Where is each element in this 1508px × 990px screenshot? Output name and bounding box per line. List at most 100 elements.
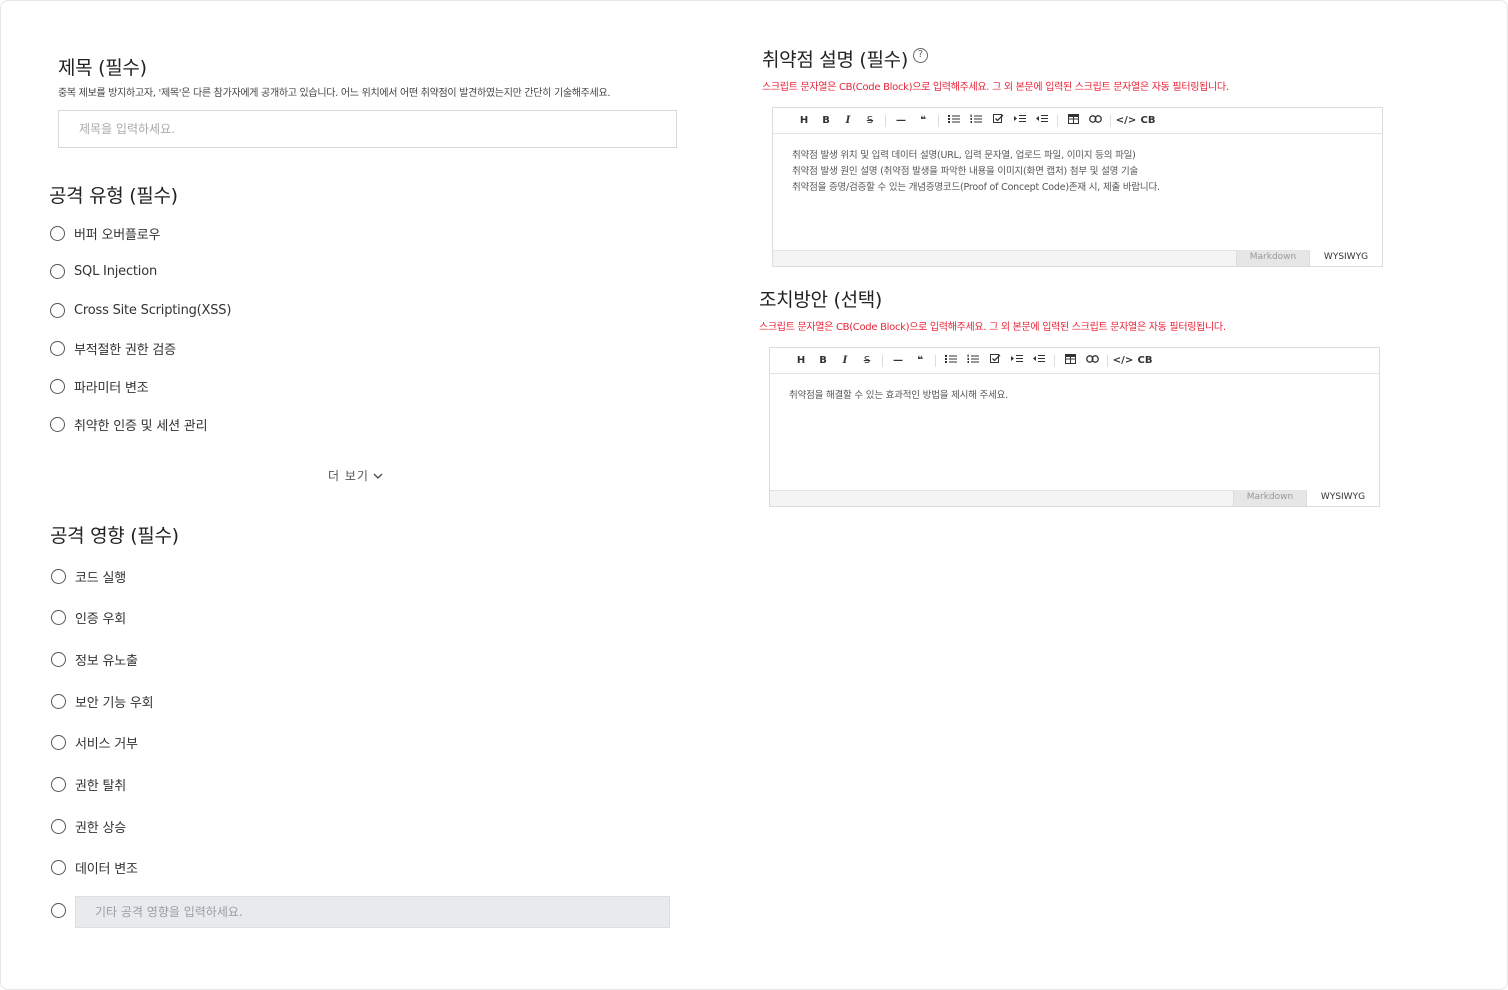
vuln-desc-warning: 스크립트 문자열은 CB(Code Block)으로 입력해주세요. 그 외 본… [762,82,1229,93]
attack-type-option[interactable]: 파라미터 변조 [50,376,149,396]
link-icon[interactable] [1084,115,1106,126]
bold-button[interactable]: B [815,115,837,126]
hr-button[interactable]: — [887,355,909,366]
question-circle-icon[interactable]: ? [913,48,928,63]
codeblock-button[interactable]: CB [1134,355,1156,366]
remediation-warning: 스크립트 문자열은 CB(Code Block)으로 입력해주세요. 그 외 본… [759,322,1226,333]
radio-button[interactable] [51,776,66,792]
strike-button[interactable]: S [856,355,878,366]
task-list-icon[interactable] [987,113,1009,128]
bold-button[interactable]: B [812,355,834,366]
placeholder-line: 취약점을 해결할 수 있는 효과적인 방법을 제시해 주세요. [789,390,1008,401]
markdown-tab[interactable]: Markdown [1236,250,1309,266]
table-icon[interactable] [1062,114,1084,127]
radio-button[interactable] [50,416,65,432]
editor-content[interactable]: 취약점을 해결할 수 있는 효과적인 방법을 제시해 주세요. [770,374,1379,418]
quote-button[interactable]: ❝ [912,115,934,126]
radio-button[interactable] [51,734,66,750]
link-icon[interactable] [1081,355,1103,366]
option-label: 인증 우회 [75,611,126,627]
attack-type-option[interactable]: 부적절한 권한 검증 [50,338,176,358]
editor-mode-bar: Markdown WYSIWYG [773,250,1382,266]
option-label: 취약한 인증 및 세션 관리 [74,418,208,434]
radio-button[interactable] [50,378,65,394]
toolbar-divider [935,354,936,367]
indent-icon[interactable] [1009,114,1031,127]
radio-button[interactable] [51,859,66,875]
italic-button[interactable]: I [837,115,859,126]
radio-button[interactable] [51,651,66,667]
editor-mode-bar: Markdown WYSIWYG [770,490,1379,506]
strike-button[interactable]: S [859,115,881,126]
radio-button[interactable] [51,902,66,918]
task-list-icon[interactable] [984,353,1006,368]
attack-impact-option[interactable]: 권한 상승 [51,816,126,836]
markdown-tab[interactable]: Markdown [1233,490,1306,506]
italic-button[interactable]: I [834,355,856,366]
radio-button[interactable] [51,818,66,834]
codeblock-button[interactable]: CB [1137,115,1159,126]
placeholder-line: 취약점 발생 위치 및 입력 데이터 설명(URL, 입력 문자열, 업로드 파… [792,150,1136,161]
attack-type-heading: 공격 유형 (필수) [49,185,178,207]
attack-impact-option[interactable]: 정보 유노출 [51,649,138,669]
radio-button[interactable] [50,340,65,356]
attack-impact-option[interactable]: 보안 기능 우회 [51,691,154,711]
ordered-list-icon[interactable] [965,114,987,127]
option-label: SQL Injection [74,263,157,279]
toolbar-divider [1107,354,1108,367]
toolbar-divider [885,114,886,127]
table-icon[interactable] [1059,354,1081,367]
attack-type-option[interactable]: 취약한 인증 및 세션 관리 [50,414,208,434]
editor-content[interactable]: 취약점 발생 위치 및 입력 데이터 설명(URL, 입력 문자열, 업로드 파… [773,134,1382,210]
bullet-list-icon[interactable] [940,354,962,367]
attack-impact-option[interactable]: 권한 탈취 [51,774,126,794]
vuln-desc-heading: 취약점 설명 (필수) [762,49,908,71]
hr-button[interactable]: — [890,115,912,126]
quote-button[interactable]: ❝ [909,355,931,366]
option-label: 서비스 거부 [75,736,138,752]
show-more-button[interactable]: 더 보기 [328,467,383,484]
option-label: 보안 기능 우회 [75,695,154,711]
editor-toolbar: H B I S — ❝ </> CB [773,108,1382,134]
toolbar-divider [1057,114,1058,127]
ordered-list-icon[interactable] [962,354,984,367]
attack-impact-option[interactable]: 데이터 변조 [51,857,138,877]
indent-icon[interactable] [1006,354,1028,367]
attack-type-option[interactable]: SQL Injection [50,261,157,281]
radio-button[interactable] [51,568,66,584]
attack-type-option[interactable]: 버퍼 오버플로우 [50,223,160,243]
vuln-desc-editor[interactable]: H B I S — ❝ </> CB 취약점 발생 위치 및 입력 데이터 설명… [772,107,1383,267]
heading-button[interactable]: H [793,115,815,126]
option-label: 버퍼 오버플로우 [74,227,161,243]
outdent-icon[interactable] [1028,354,1050,367]
remediation-editor[interactable]: H B I S — ❝ </> CB 취약점을 해결할 수 있는 효과적인 방법… [769,347,1380,507]
option-label: Cross Site Scripting(XSS) [74,302,232,318]
code-button[interactable]: </> [1112,355,1134,366]
radio-button[interactable] [51,693,66,709]
bullet-list-icon[interactable] [943,114,965,127]
attack-impact-heading: 공격 영향 (필수) [50,525,179,547]
radio-button[interactable] [50,225,65,241]
attack-impact-option[interactable]: 인증 우회 [51,607,126,627]
wysiwyg-tab[interactable]: WYSIWYG [1309,250,1382,266]
option-label: 정보 유노출 [75,653,138,669]
code-button[interactable]: </> [1115,115,1137,126]
option-label: 데이터 변조 [75,861,138,877]
other-impact-input[interactable] [75,896,670,928]
title-input[interactable] [58,110,677,148]
option-label: 권한 상승 [75,820,126,836]
outdent-icon[interactable] [1031,114,1053,127]
wysiwyg-tab[interactable]: WYSIWYG [1306,490,1379,506]
editor-toolbar: H B I S — ❝ </> CB [770,348,1379,374]
attack-type-option[interactable]: Cross Site Scripting(XSS) [50,300,231,320]
radio-button[interactable] [51,609,66,625]
radio-button[interactable] [50,263,65,279]
heading-button[interactable]: H [790,355,812,366]
attack-impact-other-option[interactable] [51,900,75,920]
radio-button[interactable] [50,302,65,318]
attack-impact-option[interactable]: 서비스 거부 [51,732,138,752]
chevron-down-icon [373,472,383,479]
attack-impact-option[interactable]: 코드 실행 [51,566,126,586]
title-description: 중복 제보를 방지하고자, '제목'은 다른 참가자에게 공개하고 있습니다. … [58,88,611,99]
toolbar-divider [1110,114,1111,127]
